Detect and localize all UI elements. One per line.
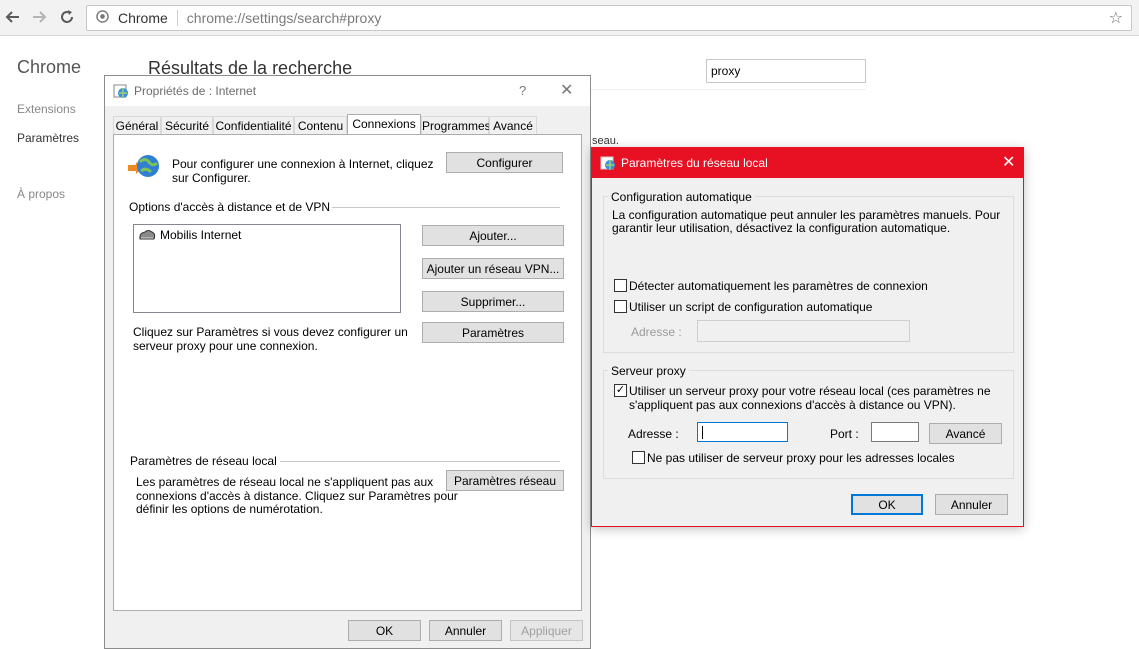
auto-config-legend: Configuration automatique: [608, 190, 755, 204]
remove-button[interactable]: Supprimer...: [422, 291, 564, 312]
lan-settings-button[interactable]: Paramètres réseau: [446, 470, 564, 491]
tab-general[interactable]: Général: [113, 116, 161, 135]
page-snippet-text: seau.: [592, 135, 619, 147]
auto-detect-checkbox[interactable]: [614, 279, 627, 292]
sidebar-item-about[interactable]: À propos: [17, 187, 65, 201]
close-icon[interactable]: ✕: [560, 80, 573, 100]
lan-ok-button[interactable]: OK: [851, 494, 923, 515]
url-brand: Chrome: [118, 10, 168, 26]
port-input[interactable]: [871, 422, 919, 442]
lan-settings-titlebar[interactable]: Paramètres du réseau local ✕: [592, 148, 1023, 178]
connection-name: Mobilis Internet: [160, 228, 242, 242]
script-address-input[interactable]: [697, 320, 910, 342]
lan-text-line3: définir les options de numérotation.: [136, 502, 323, 516]
dialog-title: Propriétés de : Internet: [134, 84, 257, 98]
proxy-hint-line1: Cliquez sur Paramètres si vous devez con…: [133, 325, 408, 339]
auto-detect-label[interactable]: Détecter automatiquement les paramètres …: [629, 279, 928, 293]
proxy-address-input[interactable]: [697, 422, 788, 442]
lan-text-line1: Les paramètres de réseau local ne s'appl…: [136, 475, 434, 489]
tab-privacy[interactable]: Confidentialité: [213, 116, 294, 135]
sidebar-item-settings[interactable]: Paramètres: [17, 131, 79, 145]
dialup-vpn-heading: Options d'accès à distance et de VPN: [129, 200, 331, 214]
ok-button[interactable]: OK: [348, 620, 421, 641]
tab-security[interactable]: Sécurité: [161, 116, 213, 135]
configure-button[interactable]: Configurer: [446, 152, 563, 173]
dialup-connection-icon: [138, 229, 156, 242]
auto-config-desc-line2: garantir leur utilisation, désactivez la…: [612, 221, 951, 235]
port-label: Port :: [830, 427, 859, 441]
back-arrow-icon[interactable]: [2, 6, 24, 28]
auto-config-desc-line1: La configuration automatique peut annule…: [612, 208, 1001, 222]
lan-close-icon[interactable]: ✕: [1002, 152, 1015, 172]
list-item[interactable]: Mobilis Internet: [138, 228, 241, 242]
chrome-logo-icon: [96, 10, 109, 26]
sidebar-title: Chrome: [17, 57, 82, 77]
tab-connections[interactable]: Connexions: [347, 114, 421, 135]
reload-icon[interactable]: [56, 6, 78, 28]
use-proxy-label-line2[interactable]: s'appliquent pas aux connexions d'accès …: [629, 398, 956, 412]
add-vpn-button[interactable]: Ajouter un réseau VPN...: [422, 258, 564, 279]
url-separator: [176, 10, 178, 26]
lan-settings-dialog: Paramètres du réseau local ✕ Configurati…: [591, 147, 1024, 527]
internet-properties-titlebar[interactable]: Propriétés de : Internet ? ✕: [105, 76, 590, 106]
lan-settings-window-icon: [600, 155, 616, 174]
connections-list[interactable]: Mobilis Internet: [133, 224, 401, 313]
proxy-legend: Serveur proxy: [608, 364, 689, 378]
setup-text-line1: Pour configurer une connexion à Internet…: [172, 157, 434, 171]
internet-options-icon: [113, 83, 129, 102]
use-script-checkbox[interactable]: [614, 300, 627, 313]
browser-toolbar: Chrome chrome://settings/search#proxy ☆: [0, 0, 1139, 36]
connection-settings-button[interactable]: Paramètres: [422, 322, 564, 343]
lan-dialog-title: Paramètres du réseau local: [621, 156, 768, 170]
lan-group-line: [280, 461, 560, 462]
setup-text-line2: sur Configurer.: [172, 171, 251, 185]
proxy-address-label: Adresse :: [628, 427, 679, 441]
use-script-label[interactable]: Utiliser un script de configuration auto…: [629, 300, 872, 314]
advanced-button[interactable]: Avancé: [929, 423, 1002, 444]
dialup-group-line: [332, 207, 560, 208]
apply-button[interactable]: Appliquer: [510, 620, 583, 641]
lan-cancel-button[interactable]: Annuler: [935, 494, 1008, 515]
tab-programs[interactable]: Programmes: [421, 116, 491, 135]
bookmark-star-icon[interactable]: ☆: [1109, 8, 1123, 28]
cancel-button[interactable]: Annuler: [429, 620, 502, 641]
tab-advanced[interactable]: Avancé: [489, 116, 537, 135]
use-proxy-label-line1[interactable]: Utiliser un serveur proxy pour votre rés…: [629, 384, 991, 398]
help-icon[interactable]: ?: [519, 83, 526, 98]
script-address-label: Adresse :: [631, 325, 682, 339]
internet-properties-dialog: Propriétés de : Internet ? ✕ Général Séc…: [104, 75, 591, 649]
bypass-local-checkbox[interactable]: [632, 451, 645, 464]
add-button[interactable]: Ajouter...: [422, 225, 564, 246]
use-proxy-checkbox[interactable]: ✓: [614, 384, 627, 397]
bypass-local-label[interactable]: Ne pas utiliser de serveur proxy pour le…: [647, 451, 954, 465]
address-bar[interactable]: Chrome chrome://settings/search#proxy ☆: [86, 5, 1132, 31]
url-text[interactable]: chrome://settings/search#proxy: [187, 10, 382, 26]
lan-text-line2: connexions d'accès à distance. Cliquez s…: [136, 489, 458, 503]
proxy-hint-line2: serveur proxy pour une connexion.: [133, 339, 318, 353]
settings-search-input[interactable]: [706, 59, 866, 83]
lan-heading: Paramètres de réseau local: [130, 454, 277, 468]
tab-content[interactable]: Contenu: [294, 116, 347, 135]
sidebar-item-extensions[interactable]: Extensions: [17, 102, 76, 116]
forward-arrow-icon[interactable]: [28, 6, 50, 28]
internet-connect-globe-icon: [127, 153, 161, 184]
connections-panel: Pour configurer une connexion à Internet…: [113, 134, 582, 611]
text-caret: [702, 426, 703, 439]
